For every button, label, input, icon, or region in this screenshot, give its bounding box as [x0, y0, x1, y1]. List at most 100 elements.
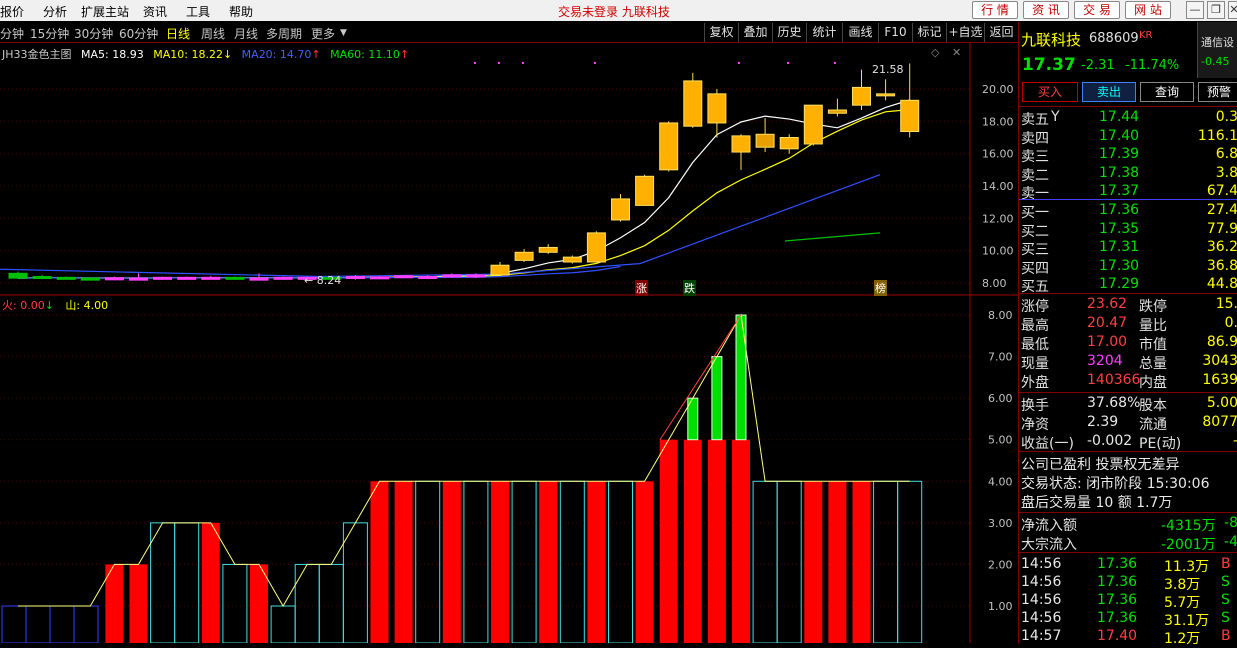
sub-y-tick-label: 5.00	[988, 434, 1013, 447]
close-indicator-icon[interactable]: ✕	[952, 46, 961, 59]
adjust-button[interactable]: 复权	[704, 23, 738, 42]
stat2-row: 净资 2.39 流通 8077	[1019, 414, 1237, 433]
tick-time: 14:57	[1021, 628, 1062, 644]
high-price-label: 21.58	[872, 63, 904, 76]
period-30min[interactable]: 30分钟	[74, 25, 113, 42]
tick-price: 17.36	[1097, 592, 1138, 608]
sub-bar	[559, 480, 585, 643]
candle-body	[635, 175, 655, 206]
candle-body	[177, 276, 197, 280]
menu-quote[interactable]: 报价	[0, 3, 24, 20]
menu-extended-station[interactable]: 扩展主站	[81, 3, 129, 20]
candle-body	[273, 276, 293, 280]
ma20-line-tail	[0, 174, 881, 278]
tick-row: 14:56 17.36 11.3万 B	[1019, 556, 1237, 575]
trade-button[interactable]: 交 易	[1074, 1, 1120, 19]
history-button[interactable]: 历史	[772, 23, 806, 42]
ask-row: 卖三 17.39 6.8	[1019, 146, 1237, 165]
period-more[interactable]: 更多	[311, 25, 335, 42]
dragon-tiger-marker[interactable]: 榜	[874, 280, 887, 296]
sub-bar	[342, 522, 368, 643]
buy-button[interactable]: 买入	[1022, 82, 1078, 102]
candle-body	[586, 232, 606, 263]
sub-bar-red	[635, 481, 654, 643]
sub-bar	[776, 480, 802, 643]
chart-area[interactable]: 20.00 18.00 16.00 14.00 12.00 10.00 8.00 8.00 7.…	[0, 43, 1018, 643]
kline-chart[interactable]: 20.00 18.00 16.00 14.00 12.00 10.00 8.00 8.00 7.…	[0, 43, 1018, 643]
limit-up-marker[interactable]: 涨	[635, 280, 648, 296]
candle-body	[707, 93, 727, 124]
sell-button[interactable]: 卖出	[1082, 82, 1136, 102]
candle-body	[611, 198, 630, 221]
stat-value: 23.62	[1087, 296, 1128, 312]
ask-label: 卖三	[1021, 149, 1049, 165]
period-daily[interactable]: 日线	[166, 25, 190, 42]
back-button[interactable]: 返回	[984, 23, 1018, 42]
candle-body	[345, 276, 365, 280]
menu-help[interactable]: 帮助	[229, 3, 253, 20]
menu-tools[interactable]: 工具	[186, 3, 210, 20]
stat2-label-2: 流通	[1139, 417, 1167, 433]
settings-icon[interactable]: ◇	[931, 46, 939, 59]
candle-body	[56, 276, 76, 280]
menu-news[interactable]: 资讯	[143, 3, 167, 20]
signal-dot	[834, 62, 836, 64]
candle-body	[129, 277, 148, 281]
minimize-icon[interactable]: —	[1186, 1, 1204, 19]
stats-button[interactable]: 统计	[806, 23, 842, 42]
candle-body	[466, 274, 486, 278]
fall-marker[interactable]: 跌	[683, 280, 696, 296]
ask-row: 卖四 17.40 116.1	[1019, 128, 1237, 147]
chevron-down-icon[interactable]: ▼	[340, 28, 347, 38]
sub-bar-red	[707, 439, 726, 643]
candle-body	[659, 122, 679, 171]
website-button[interactable]: 网 站	[1125, 1, 1171, 19]
sub-bar	[752, 480, 778, 643]
stat2-label: 收益(一)	[1021, 436, 1074, 452]
sub-bar-red	[828, 481, 847, 643]
low-price-label: ← 8.24	[304, 274, 342, 287]
mark-button[interactable]: 标记	[912, 23, 946, 42]
f10-button[interactable]: F10	[878, 23, 912, 42]
y-tick-label: 12.00	[982, 212, 1014, 225]
ask-mark: Y	[1051, 109, 1060, 125]
sector-box[interactable]: 通信设 -0.45	[1197, 22, 1237, 78]
price-change: -2.31	[1081, 58, 1115, 73]
period-60min[interactable]: 60分钟	[119, 25, 158, 42]
bid-price: 17.31	[1099, 239, 1140, 255]
indicator-name[interactable]: JH33金色主图	[2, 48, 72, 61]
period-monthly[interactable]: 月线	[234, 25, 258, 42]
bid-price: 17.36	[1099, 202, 1140, 218]
tick-volume: 3.8万	[1164, 577, 1201, 593]
news-button[interactable]: 资 讯	[1023, 1, 1069, 19]
draw-button[interactable]: 画线	[842, 23, 878, 42]
period-weekly[interactable]: 周线	[201, 25, 225, 42]
signal-dot	[474, 62, 476, 64]
period-multi[interactable]: 多周期	[266, 25, 302, 42]
period-1min[interactable]: 分钟	[0, 25, 24, 42]
restore-icon[interactable]: ❐	[1207, 1, 1225, 19]
sub-bar	[318, 563, 344, 643]
mountain-label: 山: 4.00	[65, 299, 109, 312]
stat2-value-2: -	[1233, 433, 1237, 449]
alert-button[interactable]: 预警	[1198, 82, 1237, 102]
close-icon[interactable]: ✕	[1228, 1, 1237, 19]
query-button[interactable]: 查询	[1140, 82, 1194, 102]
ask-volume: 0.3	[1215, 109, 1237, 125]
bid-price: 17.29	[1099, 276, 1140, 292]
sector-name: 通信设	[1201, 36, 1234, 49]
stat-value-2: 3043	[1202, 353, 1237, 369]
period-15min[interactable]: 15分钟	[30, 25, 69, 42]
menu-analysis[interactable]: 分析	[43, 3, 67, 20]
add-watchlist-button[interactable]: +自选	[946, 23, 984, 42]
tick-price: 17.36	[1097, 556, 1138, 572]
overlay-button[interactable]: 叠加	[738, 23, 772, 42]
ma5-line	[17, 99, 910, 279]
market-button[interactable]: 行 情	[972, 1, 1018, 19]
bid-row: 买二 17.35 77.9	[1019, 221, 1237, 240]
sub-bar-red	[804, 481, 823, 643]
flow-value: -2001万	[1161, 537, 1216, 553]
candle-body	[394, 275, 414, 279]
flow-tail: -8	[1224, 515, 1237, 531]
sub-bar-red	[129, 564, 148, 643]
